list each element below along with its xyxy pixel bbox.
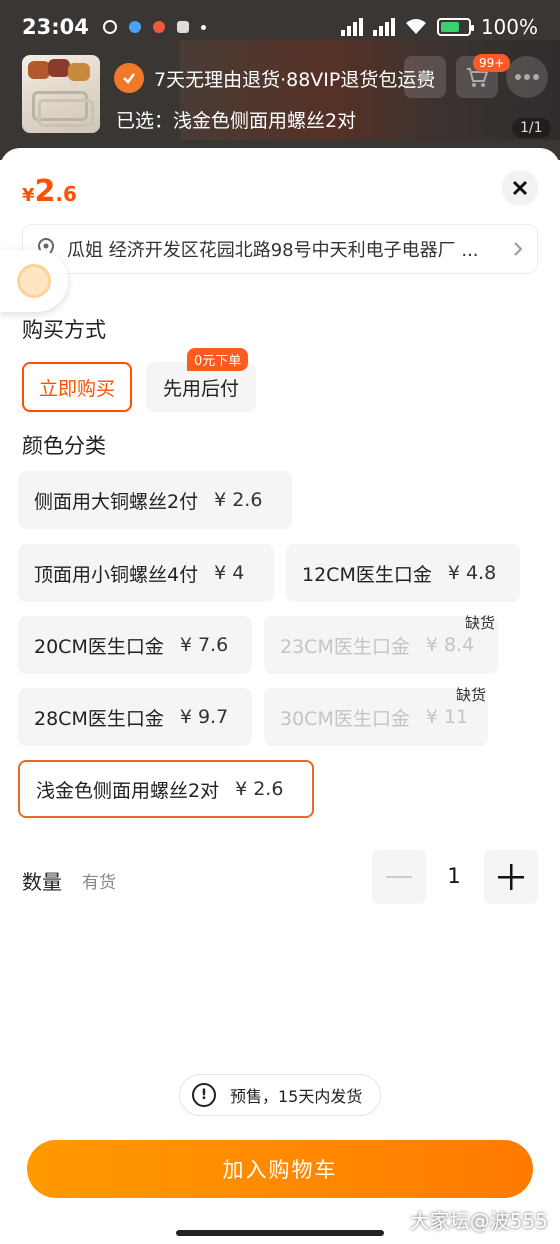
- variant-option-selected[interactable]: 浅金色侧面用螺丝2对 ¥ 2.6: [18, 760, 314, 818]
- variant-price: ¥ 11: [425, 706, 469, 728]
- info-icon: !: [192, 1083, 216, 1107]
- variant-label: 侧面用大铜螺丝2付: [34, 490, 199, 513]
- address-text: 瓜姐 经济开发区花园北路98号中天利电子电器厂 ...: [67, 240, 479, 261]
- shipping-address[interactable]: 瓜姐 经济开发区花园北路98号中天利电子电器厂 ...: [22, 224, 538, 274]
- variant-option-unavailable: 30CM医生口金 ¥ 11: [264, 688, 488, 746]
- status-bar: 23:04 100%: [0, 0, 560, 54]
- price-integer: 2: [34, 174, 56, 209]
- notification-icons: [102, 20, 206, 34]
- variant-label: 20CM医生口金: [34, 635, 164, 658]
- out-of-stock-label: 缺货: [456, 686, 487, 704]
- promo-text: 7天无理由退货·88VIP退货包运费: [154, 68, 436, 91]
- variant-price: ¥ 2.6: [235, 778, 284, 800]
- variant-price: ¥ 7.6: [179, 634, 229, 656]
- variant-label: 30CM医生口金: [280, 707, 410, 730]
- variant-option[interactable]: 侧面用大铜螺丝2付 ¥ 2.6: [18, 471, 292, 529]
- variant-option[interactable]: 20CM医生口金 ¥ 7.6: [18, 616, 252, 674]
- status-right: 100%: [340, 15, 538, 39]
- sku-selection-sheet: ¥2.6 瓜姐 经济开发区花园北路98号中天利电子电器厂 ... 购买方式 立即…: [0, 148, 560, 1244]
- variant-option[interactable]: 12CM医生口金 ¥ 4.8: [286, 544, 520, 602]
- weibo-icon: [152, 21, 165, 33]
- battery-percent: 100%: [480, 15, 538, 39]
- variant-label: 23CM医生口金: [280, 635, 410, 658]
- more-dot-icon: [200, 24, 206, 30]
- watermark: 大家坛@波555: [409, 1209, 548, 1233]
- signal-icon-2: [372, 18, 395, 36]
- cat-icon: [176, 21, 189, 33]
- presale-notice: ! 预售，15天内发货: [179, 1074, 381, 1116]
- variant-label: 顶面用小铜螺丝4付: [34, 563, 199, 586]
- selected-variant-text: 已选：浅金色侧面用螺丝2对: [116, 110, 357, 132]
- image-pager: 1/1: [512, 118, 551, 138]
- variant-price: ¥ 4.8: [447, 562, 497, 584]
- shield-check-icon: [114, 63, 144, 93]
- signal-icon: [340, 18, 363, 36]
- plus-icon: [498, 864, 524, 890]
- variant-option[interactable]: 28CM医生口金 ¥ 9.7: [18, 688, 252, 746]
- assistant-icon: [17, 264, 51, 298]
- minus-icon: [386, 876, 412, 878]
- battery-icon: [436, 18, 474, 36]
- variant-option[interactable]: 顶面用小铜螺丝4付 ¥ 4: [18, 544, 274, 602]
- alarm-icon: [102, 20, 117, 34]
- variant-price: ¥ 4: [214, 562, 245, 584]
- quantity-value[interactable]: 1: [440, 864, 468, 888]
- variant-price: ¥ 8.4: [425, 634, 475, 656]
- stock-status: 有货: [82, 873, 116, 893]
- price-decimal: .6: [55, 182, 77, 206]
- cart-badge: 99+: [473, 54, 511, 72]
- variant-price: ¥ 9.7: [179, 706, 229, 728]
- variant-option-unavailable: 23CM医生口金 ¥ 8.4: [264, 616, 498, 674]
- floating-assistant-button[interactable]: [0, 250, 68, 312]
- quantity-label: 数量: [22, 870, 62, 894]
- close-icon: [512, 180, 528, 196]
- status-time: 23:04: [22, 15, 89, 39]
- chevron-right-icon: [514, 242, 523, 256]
- play-icon[interactable]: [404, 56, 446, 98]
- variant-label: 28CM医生口金: [34, 707, 164, 730]
- return-policy-promo: 7天无理由退货·88VIP退货包运费: [114, 63, 435, 93]
- purchase-method-title: 购买方式: [22, 318, 106, 342]
- more-icon[interactable]: [506, 56, 548, 98]
- quantity-decrease-button[interactable]: [372, 850, 426, 904]
- zero-down-tag: 0元下单: [187, 348, 249, 371]
- home-indicator[interactable]: [176, 1230, 384, 1236]
- variant-price: ¥ 2.6: [214, 489, 263, 511]
- price: ¥2.6: [22, 174, 77, 209]
- presale-text: 预售，15天内发货: [230, 1087, 363, 1106]
- variant-label: 浅金色侧面用螺丝2对: [36, 779, 220, 802]
- product-thumbnail[interactable]: [22, 55, 100, 133]
- price-currency: ¥: [22, 185, 35, 206]
- wifi-icon: [405, 19, 426, 34]
- quantity-increase-button[interactable]: [484, 850, 538, 904]
- color-category-title: 颜色分类: [22, 434, 106, 458]
- out-of-stock-label: 缺货: [465, 614, 496, 632]
- buy-now-option[interactable]: 立即购买: [22, 362, 132, 412]
- close-button[interactable]: [502, 170, 538, 206]
- add-to-cart-button[interactable]: 加入购物车: [27, 1140, 533, 1198]
- variant-label: 12CM医生口金: [302, 563, 432, 586]
- app-notification-icon: [128, 21, 141, 33]
